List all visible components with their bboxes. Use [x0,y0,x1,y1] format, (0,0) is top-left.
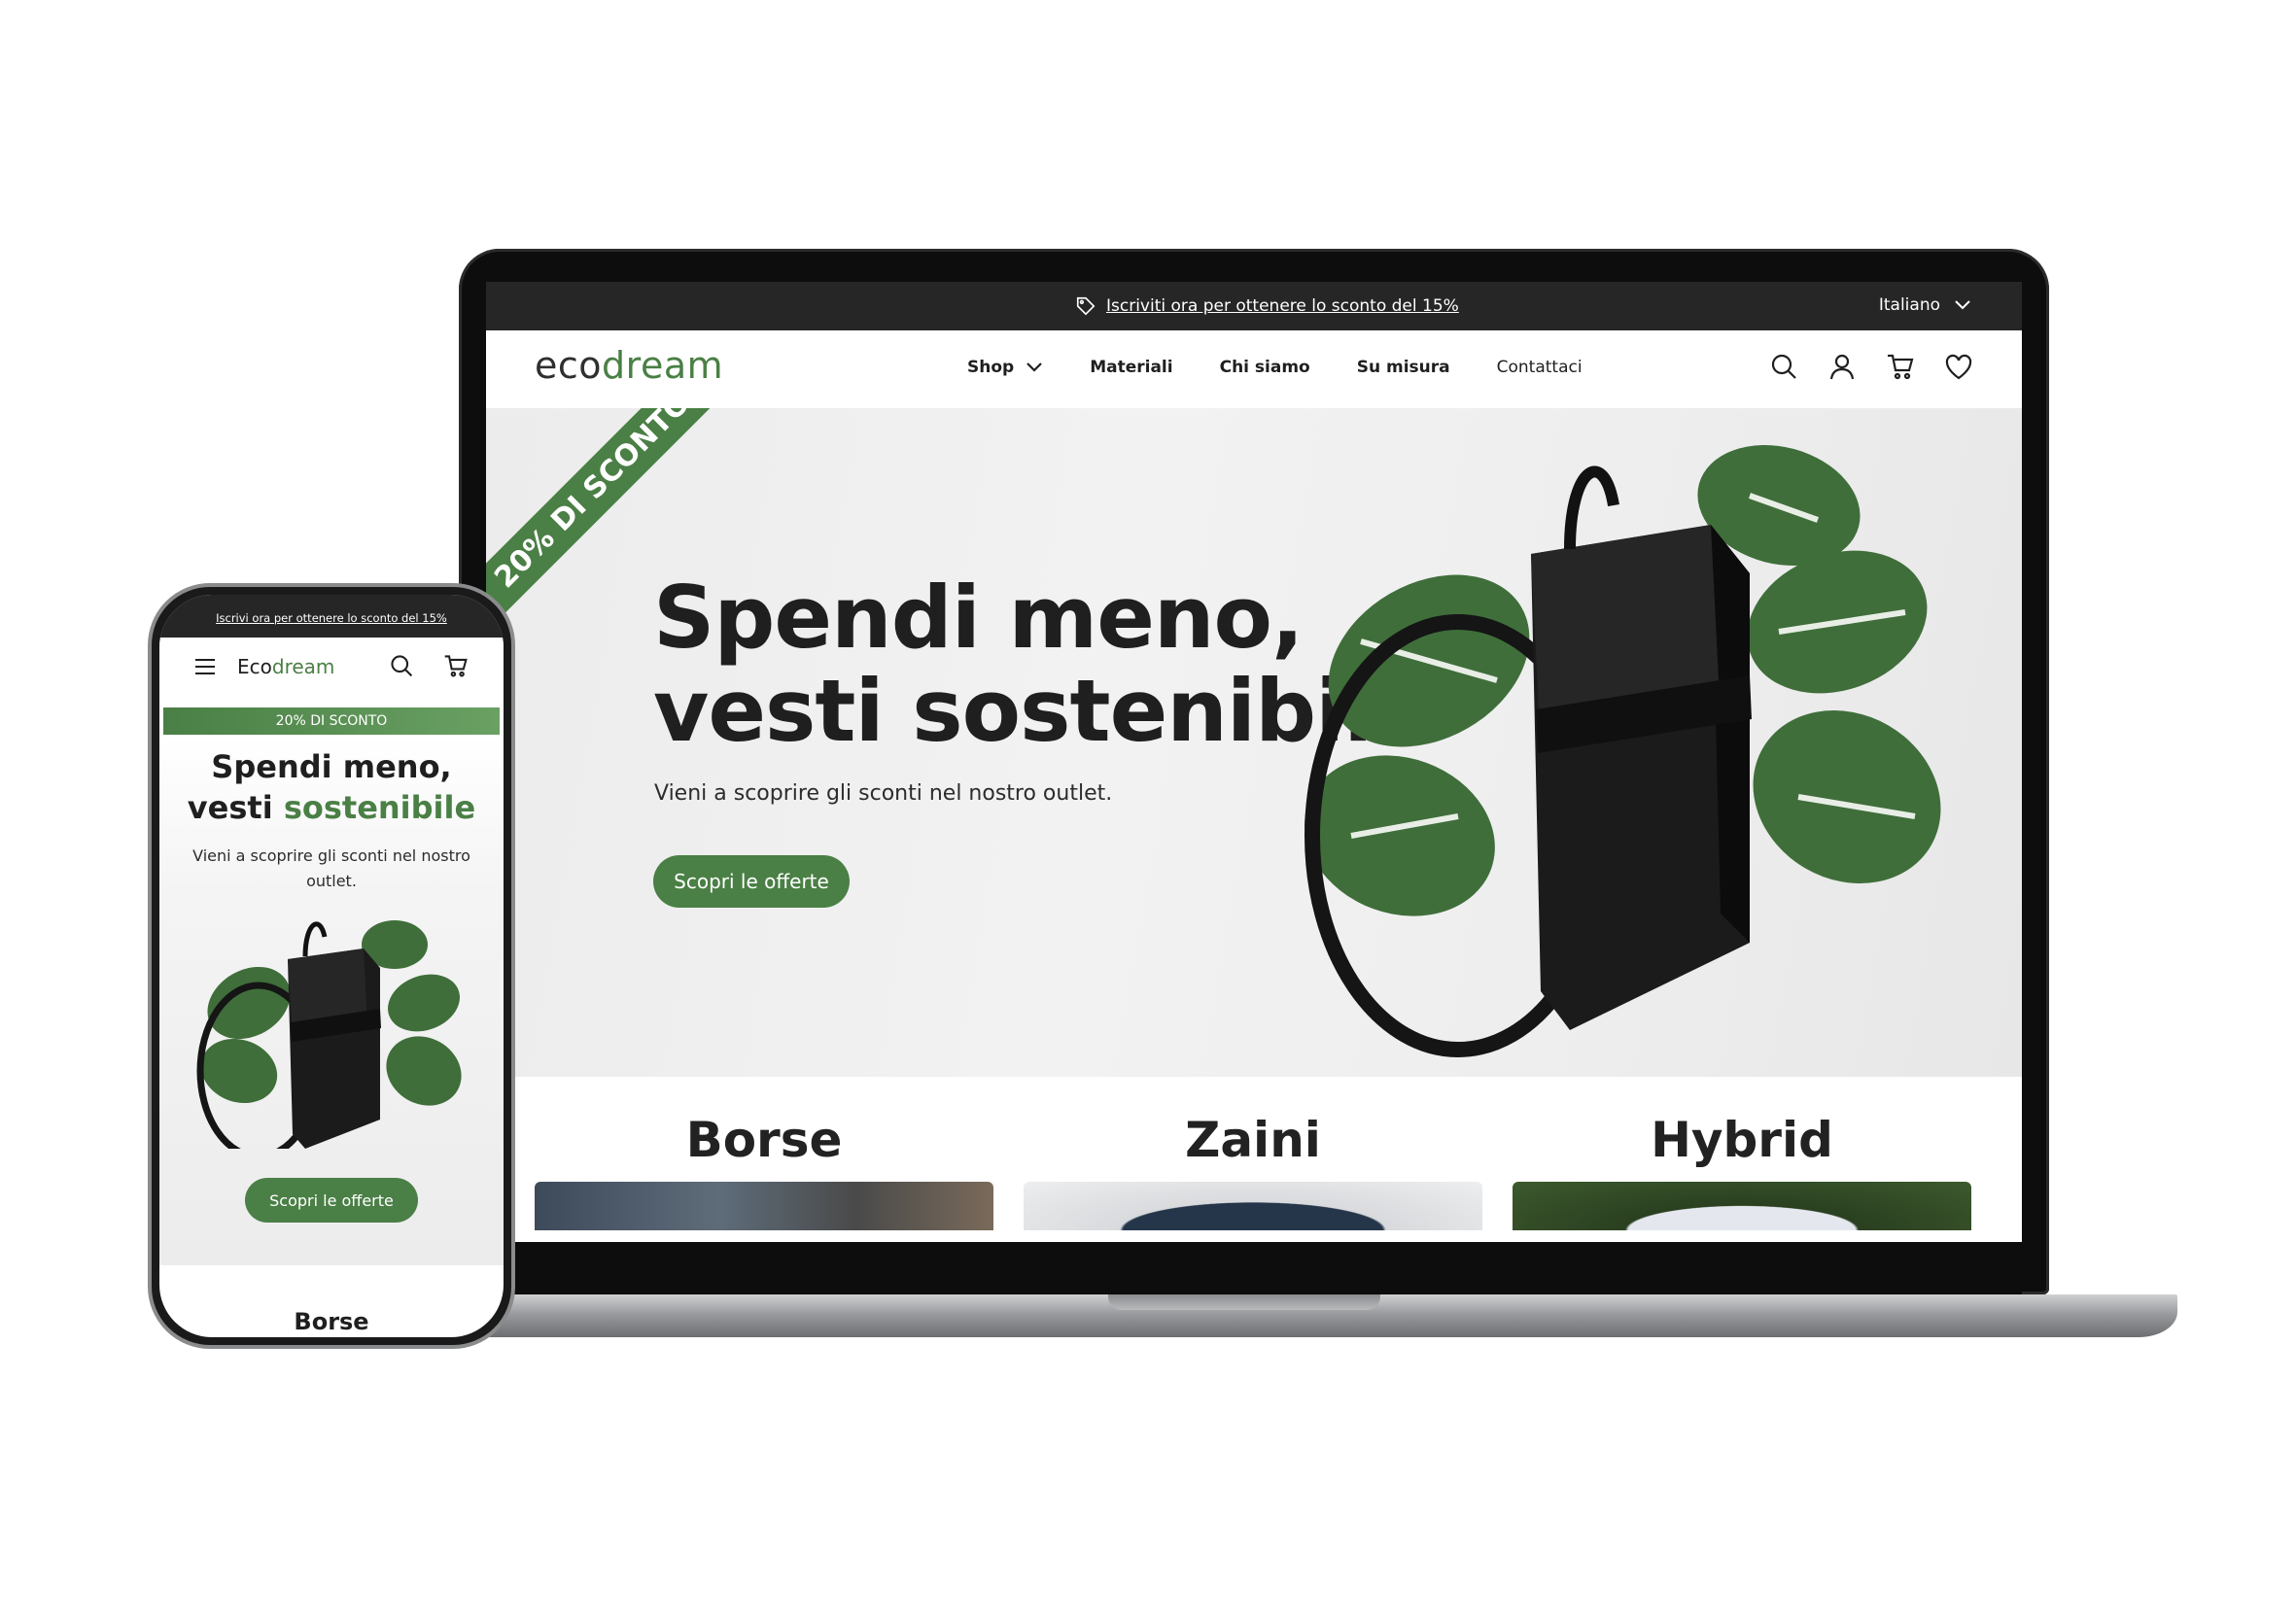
nav-su-misura-label: Su misura [1356,358,1450,377]
mobile-category-title[interactable]: Borse [159,1308,504,1335]
heart-icon[interactable] [1944,352,1973,381]
mobile-logo-dream: dream [271,655,335,678]
nav-materiali[interactable]: Materiali [1090,358,1172,377]
category-card-hybrid[interactable]: Hybrid [1513,1077,1971,1230]
mobile-logo-eco: Eco [237,655,272,678]
nav-shop-label: Shop [967,358,1015,377]
mobile-backpack-image [196,920,462,1149]
cart-icon[interactable] [443,653,469,678]
mobile-title-plain: vesti [187,789,284,826]
hero-subtitle: Vieni a scoprire gli sconti nel nostro o… [654,781,1113,806]
backpack-product-image [1305,445,1941,1057]
laptop-chin [486,1242,2022,1294]
nav-contattaci-label: Contattaci [1496,358,1583,377]
chevron-down-icon [1026,362,1042,372]
chevron-down-icon [1955,300,1970,310]
header-icons [1769,352,1973,381]
cta-button[interactable]: Scopri le offerte [653,855,850,908]
main-nav: Shop Materiali Chi siamo Su misura Conta… [967,358,1583,377]
nav-su-misura[interactable]: Su misura [1357,358,1450,377]
tag-icon [1076,296,1096,316]
mobile-hero: Spendi meno, vesti sostenibile Vieni a s… [159,735,504,1265]
category-card-borse[interactable]: Borse [535,1077,993,1230]
mobile-header: Ecodream [159,638,504,696]
category-title-zaini: Zaini [1185,1112,1321,1168]
category-section: Borse Zaini Hybrid [486,1077,2022,1242]
category-image-borse [535,1182,993,1230]
language-selector[interactable]: Italiano [1879,295,1971,315]
category-title-hybrid: Hybrid [1651,1112,1833,1168]
mobile-title-line2: vesti sostenibile [159,787,504,828]
category-title-borse: Borse [685,1112,843,1168]
mobile-announcement-text[interactable]: Iscrivi ora per ottenere lo sconto del 1… [216,611,447,625]
announcement-text[interactable]: Iscriviti ora per ottenere lo sconto del… [1106,296,1459,316]
mobile-discount-band: 20% DI SCONTO [163,707,500,735]
category-card-zaini[interactable]: Zaini [1024,1077,1482,1230]
language-label: Italiano [1878,295,1940,315]
nav-chi-siamo[interactable]: Chi siamo [1220,358,1310,377]
search-icon[interactable] [389,653,414,678]
nav-chi-siamo-label: Chi siamo [1219,358,1310,377]
logo-dream: dream [602,344,724,387]
mobile-title-accent: sostenibile [283,789,476,826]
nav-materiali-label: Materiali [1090,358,1173,377]
hero-banner: 20% DI SCONTO Spendi meno, vesti sosteni… [486,408,2022,1077]
announcement-link[interactable]: Iscriviti ora per ottenere lo sconto del… [1075,295,1459,317]
logo-eco: eco [535,344,603,387]
mobile-announcement-bar[interactable]: Iscrivi ora per ottenere lo sconto del 1… [159,595,504,638]
phone-screen: Iscrivi ora per ottenere lo sconto del 1… [159,595,504,1337]
mobile-title-line1: Spendi meno, [211,748,452,785]
logo[interactable]: ecodream [535,344,723,387]
user-icon[interactable] [1827,352,1857,381]
laptop-screen: Iscriviti ora per ottenere lo sconto del… [486,282,2022,1242]
announcement-bar: Iscriviti ora per ottenere lo sconto del… [486,282,2022,330]
category-image-hybrid [1513,1182,1971,1230]
laptop-notch [1108,1294,1380,1310]
mobile-logo[interactable]: Ecodream [237,655,334,678]
search-icon[interactable] [1769,352,1798,381]
site-header: ecodream Shop Materiali Chi siamo Su mis… [486,330,2022,408]
mobile-hero-subtitle: Vieni a scoprire gli sconti nel nostro o… [192,846,470,890]
nav-shop[interactable]: Shop [967,358,1043,377]
cart-icon[interactable] [1886,352,1915,381]
hamburger-menu-icon[interactable] [194,657,216,676]
category-image-zaini [1024,1182,1482,1230]
mobile-cta-button[interactable]: Scopri le offerte [245,1178,418,1223]
mobile-hero-title: Spendi meno, vesti sostenibile [159,746,504,828]
nav-contattaci[interactable]: Contattaci [1497,358,1583,377]
